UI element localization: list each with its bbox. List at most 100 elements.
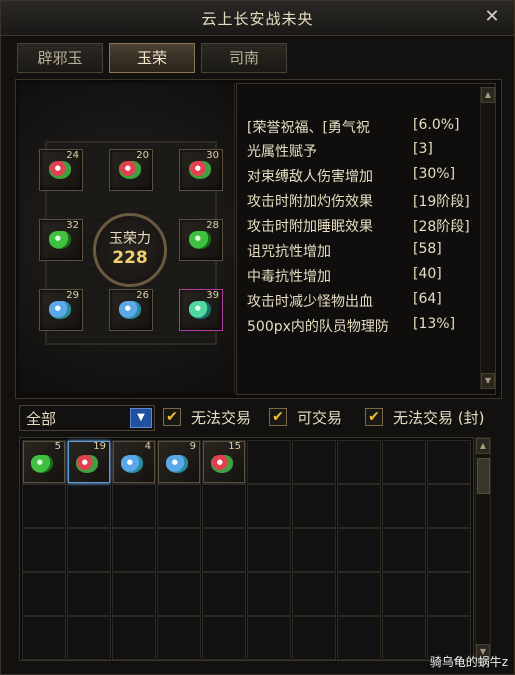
stats-scrollbar[interactable]: ▲ ▼ — [480, 87, 495, 389]
inventory-cell[interactable] — [247, 440, 291, 484]
inventory-cell[interactable] — [112, 616, 156, 660]
inventory-item[interactable]: 19 — [68, 441, 110, 483]
scroll-thumb[interactable] — [477, 458, 490, 494]
checkbox-label: 无法交易 (封) — [393, 409, 485, 427]
inventory-cell[interactable] — [427, 484, 471, 528]
inventory-grid: 5 19 4 9 15 — [19, 437, 474, 661]
gem-icon — [49, 301, 71, 319]
inventory-cell[interactable] — [202, 528, 246, 572]
gem-icon — [166, 455, 188, 473]
gem-slot[interactable]: 28 — [179, 219, 223, 261]
item-count: 9 — [189, 441, 196, 452]
filter-bar: 全部 ▼ ✔ 无法交易 ✔ 可交易 ✔ 无法交易 (封) — [19, 405, 509, 431]
inventory-cell[interactable] — [382, 528, 426, 572]
gem-icon — [119, 161, 141, 179]
inventory-cell[interactable] — [202, 572, 246, 616]
inventory-item[interactable]: 4 — [113, 441, 155, 483]
inventory-cell[interactable] — [157, 572, 201, 616]
inventory-cell[interactable] — [247, 528, 291, 572]
slot-count: 39 — [206, 290, 219, 301]
checkbox-label: 无法交易 — [191, 409, 252, 427]
inventory-cell[interactable] — [22, 528, 66, 572]
inventory-cell[interactable] — [337, 484, 381, 528]
inventory-cell[interactable] — [292, 440, 336, 484]
untradable-checkbox[interactable]: ✔ — [163, 408, 181, 426]
stat-value: [58] — [413, 241, 442, 257]
stat-value: [40] — [413, 266, 442, 282]
inventory-cell[interactable] — [247, 484, 291, 528]
stat-name: 中毒抗性增加 — [247, 269, 331, 285]
power-value: 228 — [112, 248, 148, 268]
inventory-cell[interactable] — [427, 440, 471, 484]
inventory-scrollbar[interactable]: ▲ ▼ — [475, 437, 491, 661]
gem-slot[interactable]: 32 — [39, 219, 83, 261]
inventory-cell[interactable] — [382, 484, 426, 528]
gem-slot[interactable]: 20 — [109, 149, 153, 191]
inventory-item[interactable]: 5 — [23, 441, 65, 483]
inventory-cell[interactable] — [112, 528, 156, 572]
inventory-cell[interactable] — [427, 528, 471, 572]
inventory-cell[interactable] — [67, 616, 111, 660]
gem-slot[interactable]: 24 — [39, 149, 83, 191]
inventory-cell[interactable] — [247, 616, 291, 660]
slot-count: 20 — [136, 150, 149, 161]
category-dropdown[interactable]: 全部 ▼ — [19, 405, 155, 431]
inventory-cell[interactable] — [202, 484, 246, 528]
item-count: 15 — [228, 441, 241, 452]
window-title: 云上长安战未央 — [201, 10, 314, 28]
inventory-cell[interactable] — [67, 528, 111, 572]
inventory-cell[interactable] — [382, 572, 426, 616]
inventory-cell[interactable] — [67, 572, 111, 616]
stat-name: 光属性赋予 — [247, 144, 317, 160]
inventory-cell[interactable] — [202, 616, 246, 660]
inventory-cell[interactable] — [337, 572, 381, 616]
inventory-item[interactable]: 15 — [203, 441, 245, 483]
stat-value: [3] — [413, 141, 433, 157]
inventory-cell[interactable] — [337, 616, 381, 660]
inventory-cell[interactable] — [22, 616, 66, 660]
inventory-cell[interactable] — [157, 484, 201, 528]
scroll-up-icon[interactable]: ▲ — [481, 87, 495, 103]
close-icon[interactable]: ✕ — [482, 7, 502, 27]
tab-yurong[interactable]: 玉荣 — [109, 43, 195, 73]
scroll-up-icon[interactable]: ▲ — [476, 438, 490, 454]
inventory-cell[interactable] — [292, 572, 336, 616]
inventory-cell[interactable] — [157, 616, 201, 660]
gem-slot[interactable]: 30 — [179, 149, 223, 191]
inventory-cell[interactable] — [292, 528, 336, 572]
item-count: 4 — [144, 441, 151, 452]
tradable-checkbox[interactable]: ✔ — [269, 408, 287, 426]
sealed-untradable-checkbox[interactable]: ✔ — [365, 408, 383, 426]
tab-sinan[interactable]: 司南 — [201, 43, 287, 73]
gem-slot[interactable]: 29 — [39, 289, 83, 331]
inventory-cell[interactable] — [382, 440, 426, 484]
scroll-down-icon[interactable]: ▼ — [481, 373, 495, 389]
inventory-cell[interactable] — [247, 572, 291, 616]
inventory-cell[interactable] — [157, 528, 201, 572]
slot-count: 29 — [66, 290, 79, 301]
gem-slot[interactable]: 39 — [179, 289, 223, 331]
window: 云上长安战未央 ✕ 辟邪玉 玉荣 司南 24 20 30 32 28 29 26… — [0, 0, 515, 675]
inventory-cell[interactable] — [112, 572, 156, 616]
gem-icon — [211, 455, 233, 473]
inventory-cell[interactable] — [337, 528, 381, 572]
inventory-cell[interactable] — [337, 440, 381, 484]
tab-bixieyu[interactable]: 辟邪玉 — [17, 43, 103, 73]
inventory-cell[interactable] — [112, 484, 156, 528]
chevron-down-icon[interactable]: ▼ — [130, 408, 152, 428]
inventory-cell[interactable] — [22, 484, 66, 528]
slot-count: 28 — [206, 220, 219, 231]
inventory-cell[interactable] — [292, 616, 336, 660]
inventory-item[interactable]: 9 — [158, 441, 200, 483]
inventory-cell[interactable] — [67, 484, 111, 528]
inventory-cell[interactable] — [292, 484, 336, 528]
gem-slot[interactable]: 26 — [109, 289, 153, 331]
item-count: 5 — [54, 441, 61, 452]
dropdown-value: 全部 — [26, 410, 57, 428]
inventory-cell[interactable] — [427, 572, 471, 616]
stat-name: 对束缚敌人伤害增加 — [247, 169, 373, 185]
inventory-cell[interactable] — [382, 616, 426, 660]
slot-count: 30 — [206, 150, 219, 161]
gem-icon — [189, 301, 211, 319]
inventory-cell[interactable] — [22, 572, 66, 616]
